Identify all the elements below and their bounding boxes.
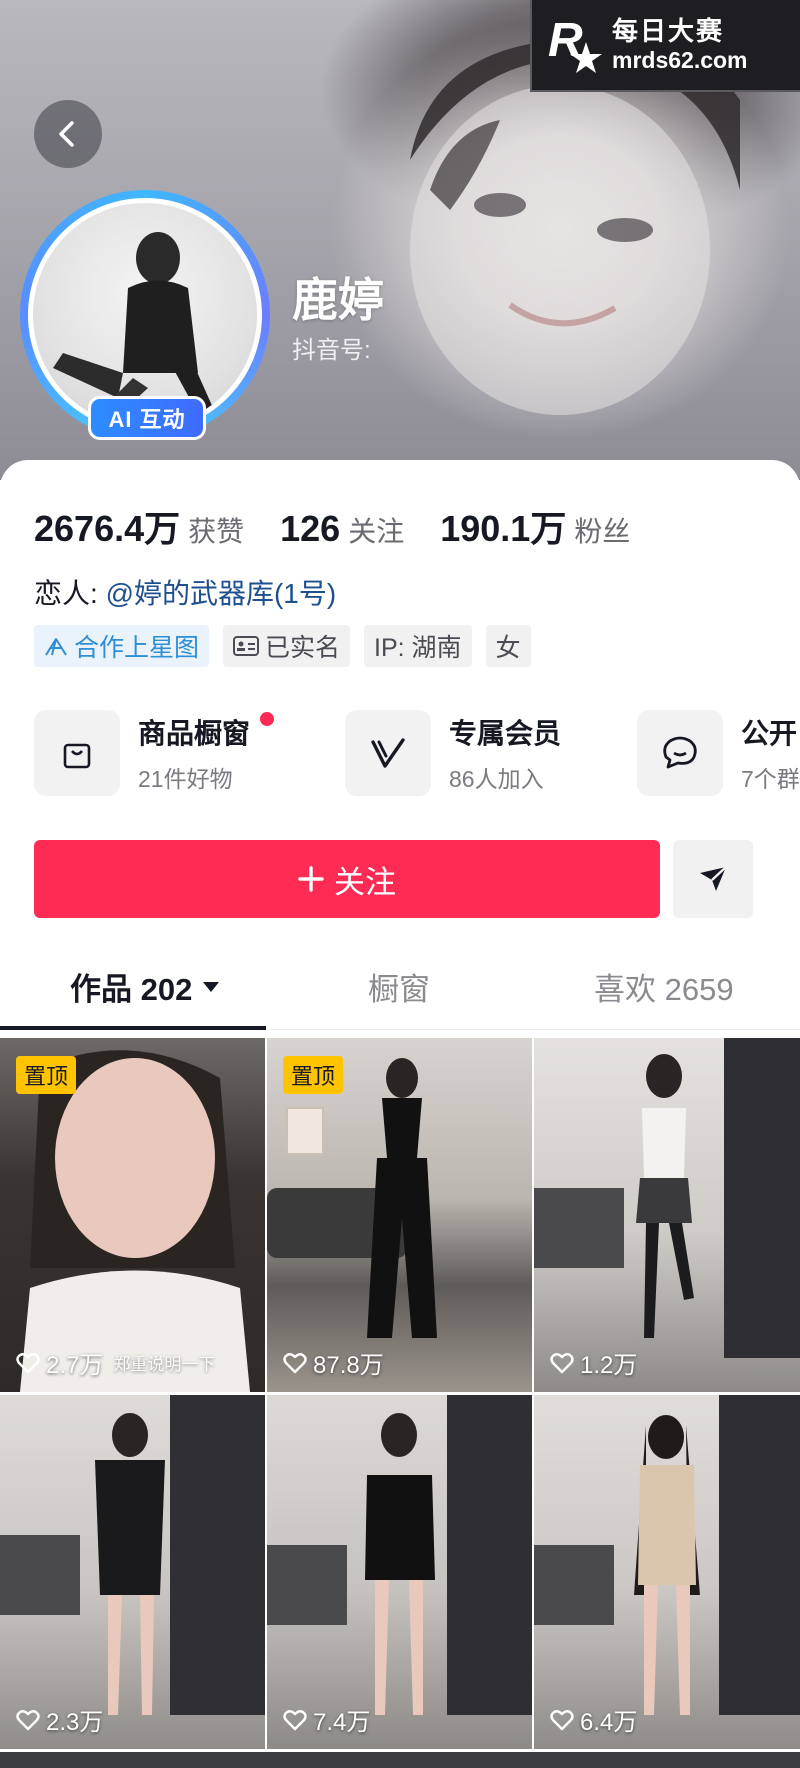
tab-showcase[interactable]: 橱窗 xyxy=(368,964,430,1009)
send-icon xyxy=(700,866,727,891)
heart-icon xyxy=(283,1352,307,1373)
profile-name: 鹿婷 xyxy=(292,274,384,326)
watermark-url: mrds62.com xyxy=(612,46,748,73)
heart-icon xyxy=(550,1352,574,1373)
plus-icon xyxy=(298,866,324,892)
douyin-id[interactable]: 抖音号: xyxy=(292,330,371,365)
pinned-badge: 置顶 xyxy=(16,1056,77,1094)
lover-prefix: 恋人: xyxy=(34,578,98,609)
back-button[interactable] xyxy=(34,100,102,168)
profile-tags: 合作上星图 已实名 IP: 湖南 女 xyxy=(34,625,531,667)
notification-dot xyxy=(260,712,274,726)
service-group-chat[interactable]: 公开 7个群 xyxy=(637,710,800,796)
video-thumbnail[interactable]: 7.4万 xyxy=(267,1395,532,1749)
video-likes: 2.7万 郑重说明一下 xyxy=(16,1345,215,1380)
video-thumbnail[interactable]: 置顶 2.7万 郑重说明一下 xyxy=(0,1038,265,1392)
cover-photo xyxy=(410,40,740,415)
likes-count: 2676.4万 xyxy=(34,508,181,549)
heart-icon xyxy=(16,1352,40,1373)
heart-icon xyxy=(16,1709,40,1730)
tab-liked[interactable]: 喜欢 2659 xyxy=(594,964,734,1009)
video-likes: 7.4万 xyxy=(283,1702,370,1737)
lover-line: 恋人: @婷的武器库(1号) xyxy=(34,572,336,612)
video-likes: 87.8万 xyxy=(283,1345,384,1380)
heart-icon xyxy=(283,1709,307,1730)
tag-star-map[interactable]: 合作上星图 xyxy=(34,625,210,667)
follow-button[interactable]: 关注 xyxy=(34,840,660,918)
chevron-left-icon xyxy=(59,121,74,147)
video-caption: 郑重说明一下 xyxy=(113,1355,216,1374)
tag-gender: 女 xyxy=(485,625,531,667)
video-thumbnail[interactable]: 置顶 87.8万 xyxy=(267,1038,532,1392)
tag-verified: 已实名 xyxy=(223,625,351,667)
followers-count[interactable]: 190.1万 xyxy=(440,500,566,552)
tab-works[interactable]: 作品 202 xyxy=(70,964,220,1009)
caret-down-icon xyxy=(203,981,220,992)
content-tabs: 作品 202 橱窗 喜欢 2659 xyxy=(0,950,800,1030)
tab-active-indicator xyxy=(0,1026,266,1030)
video-likes: 6.4万 xyxy=(550,1702,637,1737)
video-thumbnail[interactable]: 6.4万 xyxy=(534,1395,800,1749)
video-preview xyxy=(267,1395,532,1715)
lover-handle-link[interactable]: @婷的武器库(1号) xyxy=(106,578,337,609)
shopping-bag-icon xyxy=(63,743,91,769)
id-card-icon xyxy=(233,636,260,656)
likes-label: 获赞 xyxy=(188,516,245,547)
video-grid: 置顶 2.7万 郑重说明一下 置顶 87.8万 1.2万 2.3万 7.4万 6… xyxy=(0,1038,800,1749)
video-preview xyxy=(0,1395,265,1715)
followers-label[interactable]: 粉丝 xyxy=(574,510,630,550)
star-map-icon xyxy=(45,638,67,656)
ai-interaction-badge[interactable]: AI 互动 xyxy=(88,396,206,440)
profile-services: 商品橱窗 21件好物 专属会员 86人加入 公开 7个群 xyxy=(34,710,800,800)
group-chat-icon xyxy=(663,736,697,769)
share-button[interactable] xyxy=(673,840,753,918)
watermark: R 每日大赛 mrds62.com xyxy=(530,0,800,92)
watermark-logo: R xyxy=(546,12,602,78)
heart-icon xyxy=(550,1709,574,1730)
member-v-icon xyxy=(371,738,405,768)
following-count[interactable]: 126 xyxy=(280,508,340,550)
video-thumbnail[interactable]: 1.2万 xyxy=(534,1038,800,1392)
watermark-brand: 每日大赛 xyxy=(612,15,725,46)
video-likes: 2.3万 xyxy=(16,1702,103,1737)
profile-cover: R 每日大赛 mrds62.com AI 互动 鹿婷 抖音号: xyxy=(0,0,800,480)
service-showcase[interactable]: 商品橱窗 21件好物 xyxy=(34,710,274,796)
next-row-preview xyxy=(0,1752,800,1768)
follow-label: 关注 xyxy=(334,864,396,900)
tag-ip-location: IP: 湖南 xyxy=(364,625,472,667)
video-preview xyxy=(534,1395,800,1715)
video-preview xyxy=(534,1038,800,1358)
pinned-badge: 置顶 xyxy=(283,1056,344,1094)
video-thumbnail[interactable]: 2.3万 xyxy=(0,1395,265,1749)
following-label[interactable]: 关注 xyxy=(348,510,404,550)
video-likes: 1.2万 xyxy=(550,1345,637,1380)
service-membership[interactable]: 专属会员 86人加入 xyxy=(345,710,561,796)
star-logo-icon: R xyxy=(548,14,602,73)
profile-stats: 2676.4万 获赞 126 关注 190.1万 粉丝 xyxy=(34,500,666,552)
